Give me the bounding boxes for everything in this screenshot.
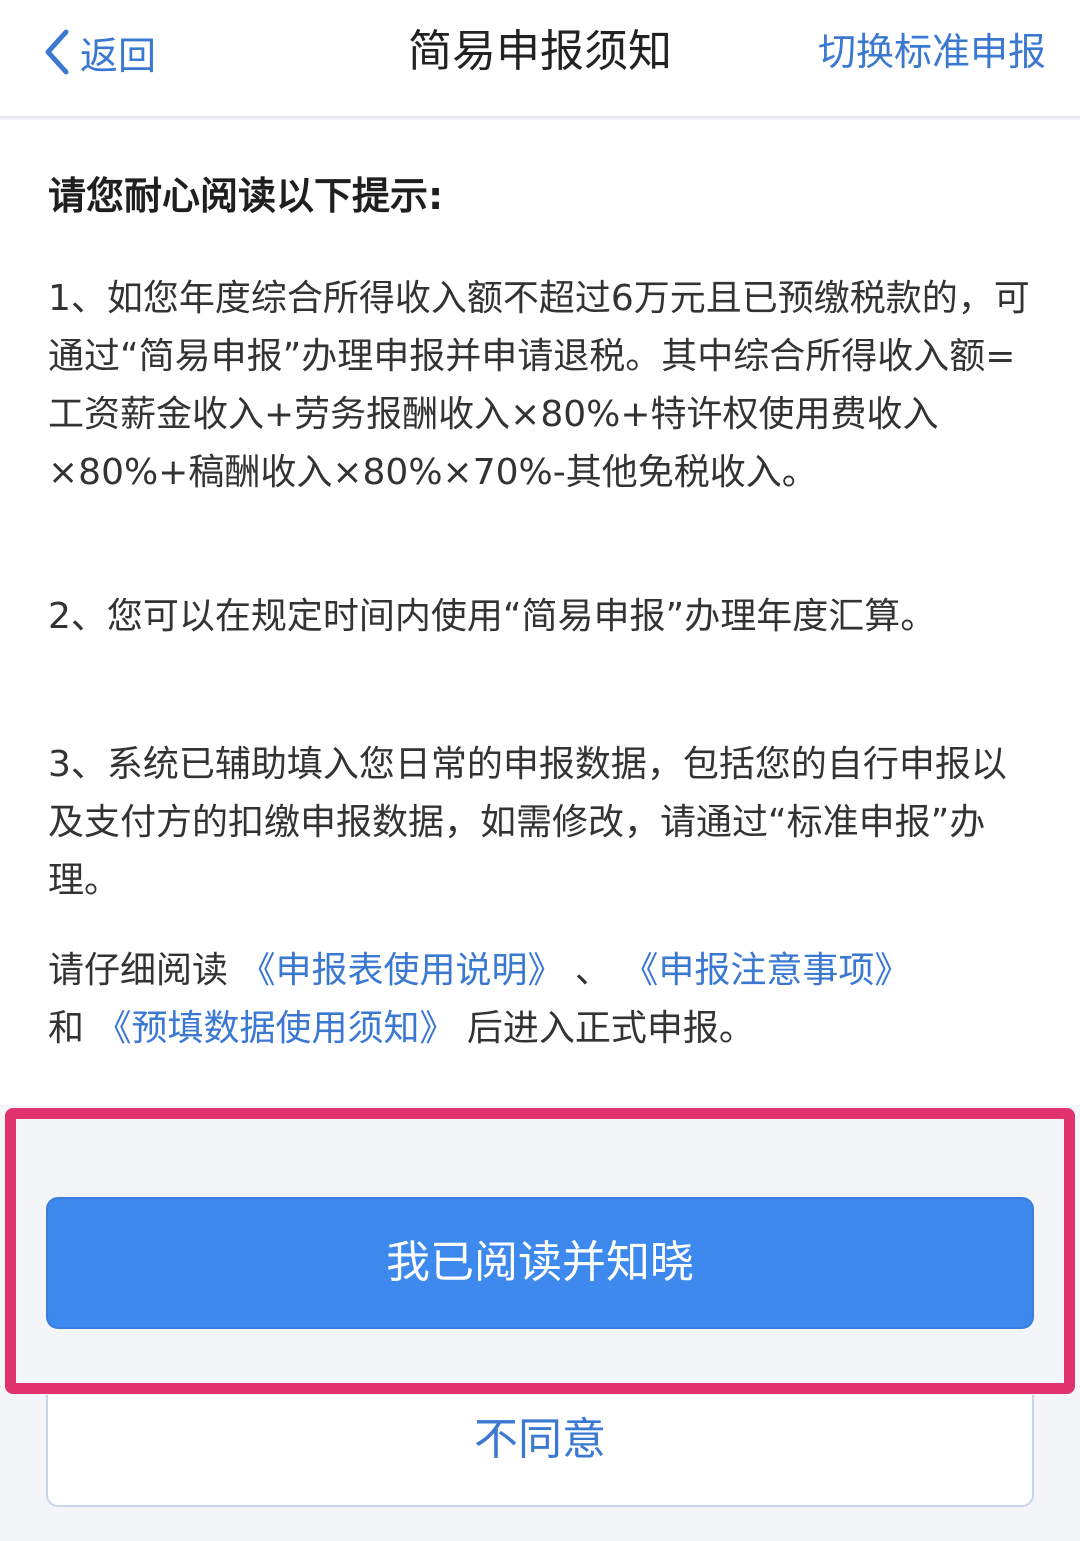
- notice-paragraph-3: 3、系统已辅助填入您日常的申报数据，包括您的自行申报以及支付方的扣缴申报数据，如…: [48, 744, 1007, 901]
- read-separator: 、: [563, 950, 623, 991]
- read-suffix: 后进入正式申报。: [455, 1008, 755, 1049]
- link-prefill-notice[interactable]: 《预填数据使用须知》: [95, 1008, 455, 1049]
- read-prefix: 请仔细阅读: [48, 950, 240, 991]
- notice-paragraph-1: 1、如您年度综合所得收入额不超过6万元且已预缴税款的，可通过“简易申报”办理申报…: [48, 278, 1030, 493]
- notice-paragraph-2: 2、您可以在规定时间内使用“简易申报”办理年度汇算。: [48, 596, 937, 637]
- disagree-button[interactable]: 不同意: [46, 1395, 1034, 1507]
- page: 返回 简易申报须知 切换标准申报 请您耐心阅读以下提示: 1、如您年度综合所得收…: [0, 0, 1080, 1541]
- intro-heading: 请您耐心阅读以下提示:: [48, 174, 444, 218]
- read-instructions: 请仔细阅读 《申报表使用说明》 、 《申报注意事项》和 《预填数据使用须知》 后…: [48, 942, 1038, 1058]
- read-and: 和: [48, 1008, 96, 1049]
- link-filing-notes[interactable]: 《申报注意事项》: [622, 950, 910, 991]
- notice-content: 请您耐心阅读以下提示: 1、如您年度综合所得收入额不超过6万元且已预缴税款的，可…: [0, 120, 1080, 1105]
- switch-standard-link[interactable]: 切换标准申报: [818, 22, 1046, 82]
- link-form-instructions[interactable]: 《申报表使用说明》: [239, 950, 563, 991]
- agree-button[interactable]: 我已阅读并知晓: [46, 1197, 1034, 1329]
- nav-header: 返回 简易申报须知 切换标准申报: [0, 0, 1080, 118]
